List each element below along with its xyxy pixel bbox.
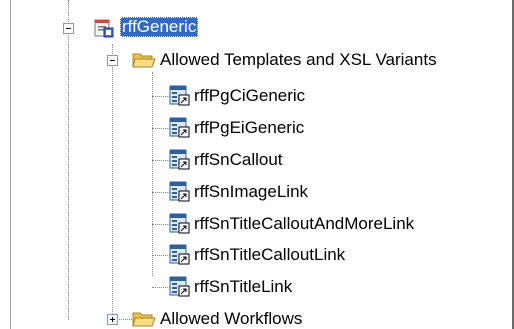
tree-connector-level1 <box>112 44 113 320</box>
template-shortcut-icon <box>169 85 190 106</box>
collapse-toggle-rffgeneric[interactable] <box>63 23 74 34</box>
template-shortcut-icon <box>169 181 190 202</box>
tree-connector-item <box>152 224 170 225</box>
tree-connector-item <box>152 255 170 256</box>
tree-connector-level2 <box>152 72 153 276</box>
template-item-label[interactable]: rffSnImageLink <box>194 182 308 202</box>
template-item-label[interactable]: rffSnTitleCalloutAndMoreLink <box>194 214 414 234</box>
template-shortcut-icon <box>169 213 190 234</box>
closed-folder-icon <box>132 312 156 327</box>
collapse-toggle-templates[interactable] <box>107 55 118 66</box>
tree-connector-item <box>152 160 170 161</box>
tree-connector-item <box>152 128 170 129</box>
template-item-label[interactable]: rffSnTitleCalloutLink <box>194 245 345 265</box>
tree-node-label-templates[interactable]: Allowed Templates and XSL Variants <box>160 50 437 70</box>
tree-connector-item <box>152 192 170 193</box>
template-item-label[interactable]: rffSnTitleLink <box>194 277 292 297</box>
tree-left-border <box>10 0 11 329</box>
tree-connector-item <box>152 96 170 97</box>
template-item-label[interactable]: rffSnCallout <box>194 150 283 170</box>
template-shortcut-icon <box>169 149 190 170</box>
template-item-label[interactable]: rffPgEiGeneric <box>194 118 304 138</box>
tree-connector-item <box>152 287 170 288</box>
tree-node-label-rffgeneric[interactable]: rffGeneric <box>120 17 199 37</box>
open-folder-icon <box>132 53 156 68</box>
tree-view[interactable]: rffGeneric Allowed Templates and XSL Var… <box>0 0 514 329</box>
expand-toggle-workflows[interactable] <box>107 314 118 325</box>
generic-object-icon <box>94 19 114 38</box>
tree-connector-root <box>68 0 69 320</box>
template-shortcut-icon <box>169 276 190 297</box>
template-shortcut-icon <box>169 117 190 138</box>
template-shortcut-icon <box>169 244 190 265</box>
tree-node-label-workflows[interactable]: Allowed Workflows <box>160 309 302 329</box>
template-item-label[interactable]: rffPgCiGeneric <box>194 86 305 106</box>
